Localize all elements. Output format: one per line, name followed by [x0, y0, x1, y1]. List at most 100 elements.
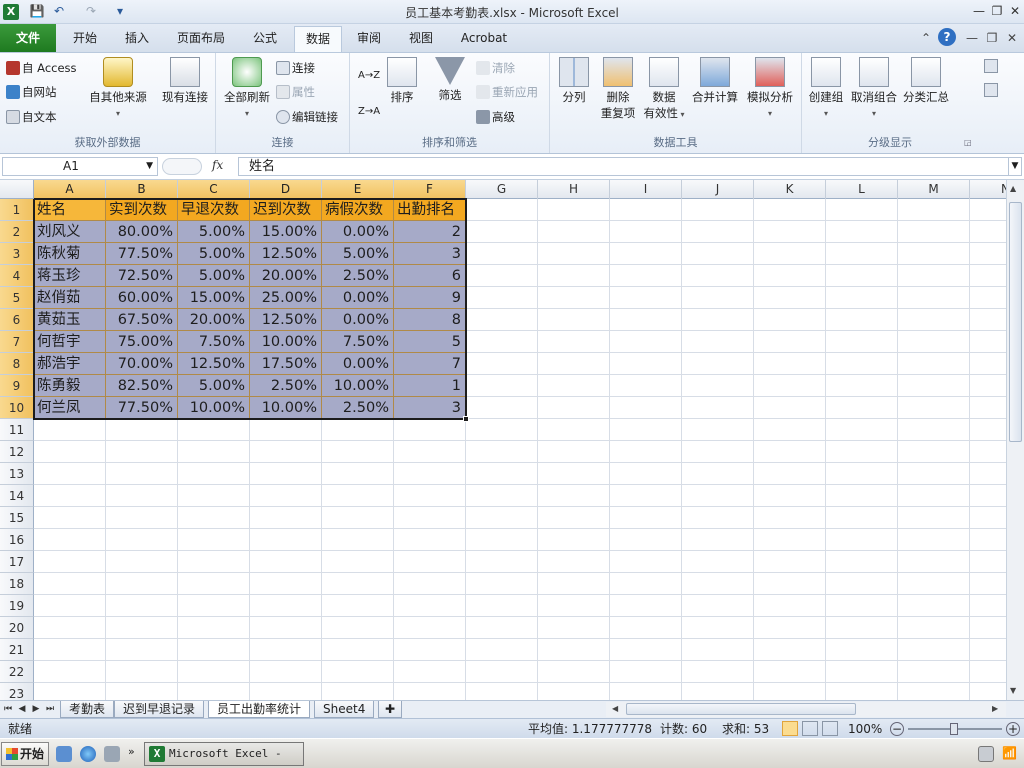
cell-e22[interactable]: [322, 661, 394, 683]
cell-f20[interactable]: [394, 617, 466, 639]
cell-n11[interactable]: [970, 419, 1006, 441]
cell-j16[interactable]: [682, 529, 754, 551]
hide-detail-icon[interactable]: [984, 83, 998, 97]
cell-f18[interactable]: [394, 573, 466, 595]
cell-e1[interactable]: 病假次数: [322, 199, 394, 221]
row-header-14[interactable]: 14: [0, 485, 34, 507]
vertical-scrollbar[interactable]: ▲ ▼: [1006, 180, 1024, 700]
zoom-slider-thumb[interactable]: [950, 723, 958, 735]
cell-f6[interactable]: 8: [394, 309, 466, 331]
cell-l6[interactable]: [826, 309, 898, 331]
dialog-launcher-icon[interactable]: ◲: [964, 138, 972, 147]
cell-k5[interactable]: [754, 287, 826, 309]
cell-g19[interactable]: [466, 595, 538, 617]
cell-g10[interactable]: [466, 397, 538, 419]
cell-a23[interactable]: [34, 683, 106, 700]
cell-f11[interactable]: [394, 419, 466, 441]
properties-button[interactable]: 属性: [276, 81, 315, 103]
select-all-corner[interactable]: [0, 180, 34, 199]
consolidate-button[interactable]: 合并计算: [690, 57, 740, 105]
cell-a14[interactable]: [34, 485, 106, 507]
cell-d8[interactable]: 17.50%: [250, 353, 322, 375]
cell-k18[interactable]: [754, 573, 826, 595]
cell-g6[interactable]: [466, 309, 538, 331]
cell-k14[interactable]: [754, 485, 826, 507]
cell-j20[interactable]: [682, 617, 754, 639]
cell-j14[interactable]: [682, 485, 754, 507]
column-header-d[interactable]: D: [250, 180, 322, 199]
cell-c4[interactable]: 5.00%: [178, 265, 250, 287]
group-button[interactable]: 创建组 ▾: [804, 57, 848, 119]
cell-g7[interactable]: [466, 331, 538, 353]
cell-n23[interactable]: [970, 683, 1006, 700]
cell-a2[interactable]: 刘风义: [34, 221, 106, 243]
cell-a4[interactable]: 蒋玉珍: [34, 265, 106, 287]
filter-button[interactable]: 筛选: [430, 57, 470, 103]
cell-k16[interactable]: [754, 529, 826, 551]
cell-i22[interactable]: [610, 661, 682, 683]
from-text-button[interactable]: 自文本: [6, 106, 57, 128]
cell-l17[interactable]: [826, 551, 898, 573]
tab-acrobat[interactable]: Acrobat: [450, 24, 518, 52]
subtotal-button[interactable]: 分类汇总: [900, 57, 952, 105]
cell-n21[interactable]: [970, 639, 1006, 661]
cell-a19[interactable]: [34, 595, 106, 617]
cell-a11[interactable]: [34, 419, 106, 441]
cell-l10[interactable]: [826, 397, 898, 419]
cell-h1[interactable]: [538, 199, 610, 221]
cell-i9[interactable]: [610, 375, 682, 397]
cell-d23[interactable]: [250, 683, 322, 700]
cell-l8[interactable]: [826, 353, 898, 375]
page-layout-view-icon[interactable]: [802, 721, 818, 736]
cell-i16[interactable]: [610, 529, 682, 551]
column-header-e[interactable]: E: [322, 180, 394, 199]
cell-e18[interactable]: [322, 573, 394, 595]
cell-a1[interactable]: 姓名: [34, 199, 106, 221]
cell-b12[interactable]: [106, 441, 178, 463]
cell-m10[interactable]: [898, 397, 970, 419]
row-header-8[interactable]: 8: [0, 353, 34, 375]
cell-m20[interactable]: [898, 617, 970, 639]
cell-k21[interactable]: [754, 639, 826, 661]
cell-j23[interactable]: [682, 683, 754, 700]
cell-f3[interactable]: 3: [394, 243, 466, 265]
cell-c9[interactable]: 5.00%: [178, 375, 250, 397]
cell-j11[interactable]: [682, 419, 754, 441]
cell-e14[interactable]: [322, 485, 394, 507]
cell-d21[interactable]: [250, 639, 322, 661]
collapse-ribbon-icon[interactable]: ⌃: [918, 28, 934, 48]
edit-links-button[interactable]: 编辑链接: [276, 106, 338, 128]
cell-e17[interactable]: [322, 551, 394, 573]
row-header-1[interactable]: 1: [0, 199, 34, 221]
cell-n5[interactable]: [970, 287, 1006, 309]
zoom-out-icon[interactable]: −: [890, 722, 904, 736]
close-button[interactable]: ✕: [1006, 2, 1024, 20]
scroll-down-icon[interactable]: ▼: [1010, 686, 1016, 695]
cell-f14[interactable]: [394, 485, 466, 507]
cell-n1[interactable]: [970, 199, 1006, 221]
sort-ascending-button[interactable]: A→Z: [358, 65, 380, 87]
cell-n10[interactable]: [970, 397, 1006, 419]
cell-e5[interactable]: 0.00%: [322, 287, 394, 309]
cell-j18[interactable]: [682, 573, 754, 595]
cell-h2[interactable]: [538, 221, 610, 243]
more-quicklaunch-icon[interactable]: »: [128, 745, 135, 758]
cell-c19[interactable]: [178, 595, 250, 617]
cell-b4[interactable]: 72.50%: [106, 265, 178, 287]
tab-file[interactable]: 文件: [0, 24, 56, 52]
cell-f16[interactable]: [394, 529, 466, 551]
cell-k11[interactable]: [754, 419, 826, 441]
cell-i12[interactable]: [610, 441, 682, 463]
cell-g14[interactable]: [466, 485, 538, 507]
cell-j17[interactable]: [682, 551, 754, 573]
cell-a8[interactable]: 郝浩宇: [34, 353, 106, 375]
cell-c13[interactable]: [178, 463, 250, 485]
workbook-minimize-button[interactable]: —: [964, 28, 980, 48]
cell-c20[interactable]: [178, 617, 250, 639]
cell-a5[interactable]: 赵俏茹: [34, 287, 106, 309]
cell-c1[interactable]: 早退次数: [178, 199, 250, 221]
cell-g9[interactable]: [466, 375, 538, 397]
cell-c15[interactable]: [178, 507, 250, 529]
column-header-g[interactable]: G: [466, 180, 538, 199]
name-box[interactable]: A1 ▼: [2, 157, 158, 176]
